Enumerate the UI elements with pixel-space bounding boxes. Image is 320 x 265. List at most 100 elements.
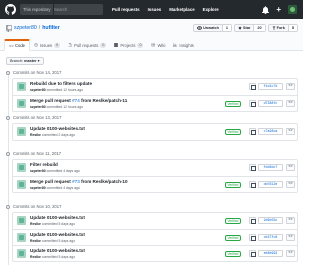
watchers-count[interactable]: 1: [221, 25, 232, 31]
create-new-icon[interactable]: +: [276, 5, 281, 14]
author-avatar[interactable]: [17, 233, 26, 242]
browse-code-button[interactable]: <>: [286, 100, 295, 107]
copy-sha-icon[interactable]: [249, 217, 256, 224]
verified-badge[interactable]: Verified: [225, 251, 241, 257]
search-scope: This repository: [20, 4, 55, 15]
copy-sha-icon[interactable]: [249, 128, 256, 135]
commit-message[interactable]: Rebuild due to filters update: [30, 81, 92, 87]
tab-insights[interactable]: Insights: [169, 39, 197, 51]
copy-sha-icon[interactable]: [249, 164, 256, 171]
commit-dot-icon: [6, 71, 10, 75]
author-avatar[interactable]: [17, 216, 26, 225]
browse-code-button[interactable]: <>: [286, 83, 295, 90]
user-avatar[interactable]: [288, 5, 297, 14]
pull-request-link[interactable]: #73: [72, 179, 80, 184]
repo-name-link[interactable]: hufilter: [42, 25, 60, 32]
unwatch-button[interactable]: Unwatch 1: [193, 24, 233, 32]
commit-title[interactable]: Merge pull request: [30, 179, 72, 184]
commit-sha-link[interactable]: ee8b992: [258, 250, 283, 257]
commit-group-list: Filter rebuild szpeter80 committed 4 day…: [12, 159, 298, 193]
copy-sha-icon[interactable]: [249, 181, 256, 188]
commit-author[interactable]: szpeter80: [30, 88, 46, 92]
author-avatar[interactable]: [17, 180, 26, 189]
verified-badge[interactable]: Verified: [225, 218, 241, 224]
commit-sha-link[interactable]: c7a98ca: [258, 128, 283, 135]
verified-badge[interactable]: Verified: [225, 235, 241, 241]
commit-author[interactable]: szpeter80: [30, 169, 46, 173]
commit-message[interactable]: Merge pull request #74 from Reslke/patch…: [30, 98, 127, 104]
branch-select[interactable]: Branch: master ▾: [6, 57, 44, 65]
author-avatar[interactable]: [17, 127, 26, 136]
fork-button[interactable]: Fork 5: [267, 24, 298, 32]
search-placeholder: Search: [54, 7, 68, 12]
tab-projects[interactable]: Projects 0: [110, 39, 147, 51]
nav-pull-requests[interactable]: Pull requests: [112, 0, 140, 19]
commit-message[interactable]: Filter rebuild: [30, 162, 58, 168]
commit-author[interactable]: szpeter80: [30, 105, 46, 109]
copy-sha-icon[interactable]: [249, 83, 256, 90]
commit-title[interactable]: Update 0100-websites.txt: [30, 232, 85, 237]
star-button[interactable]: Star 20: [234, 24, 266, 32]
tab-issues[interactable]: Issues 0: [30, 39, 64, 51]
commit-sha-link[interactable]: dc0312e: [258, 181, 283, 188]
author-avatar[interactable]: [17, 249, 26, 258]
commit-sha-link[interactable]: fdd6dc7: [258, 164, 283, 171]
tab-pull-requests[interactable]: Pull requests 0: [64, 39, 110, 51]
commit-row: Update 0100-websites.txt Reslke committe…: [13, 229, 297, 245]
commit-author[interactable]: Reslke: [30, 239, 41, 243]
commit-author[interactable]: szpeter80: [30, 186, 46, 190]
commit-time: 12 hours ago: [63, 88, 83, 92]
verified-badge[interactable]: Verified: [225, 182, 241, 188]
commit-title[interactable]: Update 0100-websites.txt: [30, 215, 85, 220]
commit-title[interactable]: Update 0100-websites.txt: [30, 126, 85, 131]
forks-count[interactable]: 5: [287, 25, 297, 31]
nav-explore[interactable]: Explore: [203, 0, 219, 19]
search-input[interactable]: This repository Search: [20, 4, 103, 15]
commit-message[interactable]: Update 0100-websites.txt: [30, 232, 85, 238]
commit-message[interactable]: Update 0100-websites.txt: [30, 215, 85, 221]
commit-time: 12 hours ago: [63, 105, 83, 109]
copy-sha-icon[interactable]: [249, 234, 256, 241]
copy-sha-icon[interactable]: [249, 100, 256, 107]
commit-sha-link[interactable]: cb37fc8: [258, 234, 283, 241]
browse-code-button[interactable]: <>: [286, 234, 295, 241]
commit-title[interactable]: Rebuild due to filters update: [30, 81, 92, 86]
commit-sha-link[interactable]: f1d1c7d: [258, 83, 283, 90]
commit-title[interactable]: Filter rebuild: [30, 162, 58, 167]
commit-title-suffix[interactable]: from Reslke/patch-11: [80, 98, 127, 103]
copy-sha-icon[interactable]: [249, 250, 256, 257]
github-logo-icon[interactable]: [5, 4, 16, 15]
nav-issues[interactable]: Issues: [148, 0, 162, 19]
commit-title-suffix[interactable]: from Reslke/patch-10: [80, 179, 127, 184]
stars-count[interactable]: 20: [253, 25, 265, 31]
browse-code-button[interactable]: <>: [286, 250, 295, 257]
verified-badge[interactable]: Verified: [225, 129, 241, 135]
tab-code[interactable]: <> Code: [4, 39, 31, 51]
commit-author[interactable]: Reslke: [30, 222, 41, 226]
author-avatar[interactable]: [17, 163, 26, 172]
commit-sha-link[interactable]: d7388fc: [258, 100, 283, 107]
commit-message[interactable]: Merge pull request #73 from Reslke/patch…: [30, 179, 128, 185]
browse-code-button[interactable]: <>: [286, 128, 295, 135]
nav-marketplace[interactable]: Marketplace: [169, 0, 194, 19]
browse-code-button[interactable]: <>: [286, 217, 295, 224]
graph-icon: [173, 43, 178, 47]
browse-code-button[interactable]: <>: [286, 181, 295, 188]
repo-owner-link[interactable]: szpeter80: [14, 25, 37, 32]
author-avatar[interactable]: [17, 82, 26, 91]
tab-projects-label: Projects: [120, 42, 136, 48]
pull-request-link[interactable]: #74: [72, 98, 80, 103]
browse-code-button[interactable]: <>: [286, 164, 295, 171]
author-avatar[interactable]: [17, 99, 26, 108]
commit-actions: ee8b992: [249, 250, 283, 257]
tab-wiki[interactable]: Wiki: [147, 39, 169, 51]
commit-title[interactable]: Update 0100-websites.txt: [30, 248, 85, 253]
commit-sha-link[interactable]: 2d6b55c: [258, 217, 283, 224]
verified-badge[interactable]: Verified: [225, 101, 241, 107]
commit-message[interactable]: Update 0100-websites.txt: [30, 248, 85, 254]
commit-message[interactable]: Update 0100-websites.txt: [30, 126, 85, 132]
commit-author[interactable]: Reslke: [30, 133, 41, 137]
bell-icon[interactable]: [262, 5, 270, 14]
commit-title[interactable]: Merge pull request: [30, 98, 72, 103]
commit-author[interactable]: Reslke: [30, 255, 41, 259]
